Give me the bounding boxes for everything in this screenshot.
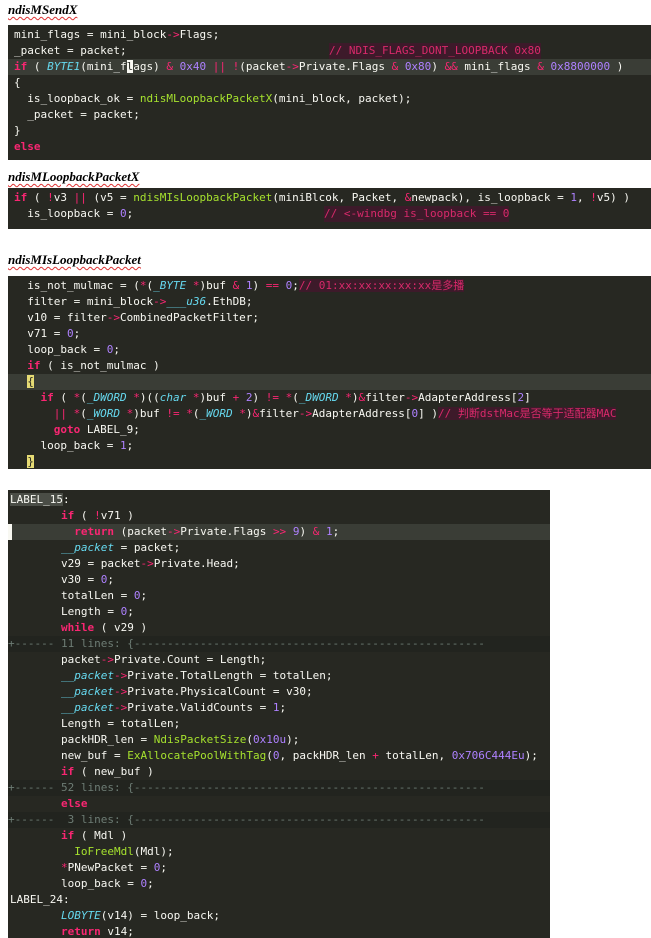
code-line: loop_back = 0; [14,343,120,356]
code-line: || *(_WORD *)buf != *(_WORD *)&filter->A… [53,407,617,420]
code-line: packet->Private.Count = Length; [8,653,267,666]
code-line: is_loopback = 0;// <-windbg is_loopback … [14,206,510,222]
code-line: is_loopback_ok = ndisMLoopbackPacketX(mi… [14,92,412,105]
code-line: *PNewPacket = 0; [60,861,167,874]
code-line: if ( Mdl ) [60,829,128,842]
fold-marker-52-lines[interactable]: +------ 52 lines: {---------------------… [8,780,550,796]
code-line: LABEL_24: [10,893,70,906]
code-line: totalLen = 0; [8,589,148,602]
code-line: while ( v29 ) [60,621,148,634]
code-line: _packet = packet; [14,108,140,121]
code-line: if ( new_buf ) [60,765,154,778]
code-line: if ( !v3 || (v5 = ndisMIsLoopbackPacket(… [14,191,630,204]
code-block-send: mini_flags = mini_block->Flags; _packet … [8,25,651,160]
code-line: v71 = 0; [14,327,81,340]
code-line: loop_back = 0; [8,877,154,890]
code-comment: // 判断dstMac是否等于适配器MAC [437,407,617,420]
code-line: _packet = packet;// NDIS_FLAGS_DONT_LOOP… [14,43,541,59]
code-line: else [14,140,41,153]
code-line: loop_back = 1; [14,439,134,452]
code-line: __packet->Private.TotalLength = totalLen… [60,669,333,682]
code-line-current[interactable]: { [8,374,651,390]
code-line: packHDR_len = NdisPacketSize(0x10u); [8,733,300,746]
code-block-isloopback: is_not_mulmac = (*(_BYTE *)buf & 1) == 0… [8,276,651,469]
code-line: __packet->Private.PhysicalCount = v30; [60,685,313,698]
code-line: __packet = packet; [60,541,181,554]
code-line: new_buf = ExAllocatePoolWithTag(0, packH… [8,749,538,762]
code-line: Length = totalLen; [8,717,181,730]
code-line: LOBYTE(v14) = loop_back; [60,909,220,922]
code-block-label15: LABEL_15: if ( !v71 ) return (packet->Pr… [8,490,550,938]
fold-marker-3-lines[interactable]: +------ 3 lines: {----------------------… [8,812,550,828]
code-line: __packet->Private.ValidCounts = 1; [60,701,287,714]
code-line: LABEL_15: [10,493,70,506]
section-heading-ndismloopbackpacketx: ndisMLoopbackPacketX [8,169,140,184]
code-line: mini_flags = mini_block->Flags; [14,28,220,41]
section-heading-ndismisloopbackpacket: ndisMIsLoopbackPacket [8,252,141,267]
code-line: filter = mini_block->___u36.EthDB; [14,295,253,308]
code-block-loopback: if ( !v3 || (v5 = ndisMIsLoopbackPacket(… [8,188,651,229]
code-line: v29 = packet->Private.Head; [8,557,240,570]
code-line: v30 = 0; [8,573,114,586]
code-line: } [14,124,21,137]
code-line: if ( !v71 ) [60,509,134,522]
code-comment: // 01:xx:xx:xx:xx:xx是多播 [298,279,465,292]
code-line-current[interactable]: if ( BYTE1(mini_flags) & 0x40 || !(packe… [8,59,651,75]
code-comment: // <-windbg is_loopback == 0 [324,206,510,222]
code-line: else [60,797,88,810]
code-line-current[interactable]: return (packet->Private.Flags >> 9) & 1; [8,524,550,540]
section-heading-ndismsendx: ndisMSendX [8,2,78,17]
fold-marker-11-lines[interactable]: +------ 11 lines: {---------------------… [8,636,550,652]
code-line: } [27,455,34,468]
code-line: { [14,76,21,89]
code-line: v10 = filter->CombinedPacketFilter; [14,311,260,324]
code-line: if ( is_not_mulmac ) [27,359,160,372]
code-line: is_not_mulmac = (*(_BYTE *)buf & 1) == 0… [14,279,465,292]
code-line: goto LABEL_9; [53,423,140,436]
code-line: Length = 0; [8,605,134,618]
code-comment: // NDIS_FLAGS_DONT_LOOPBACK 0x80 [329,43,541,59]
code-line: IoFreeMdl(Mdl); [74,845,174,858]
code-line: if ( *(_DWORD *)((char *)buf + 2) != *(_… [40,391,531,404]
